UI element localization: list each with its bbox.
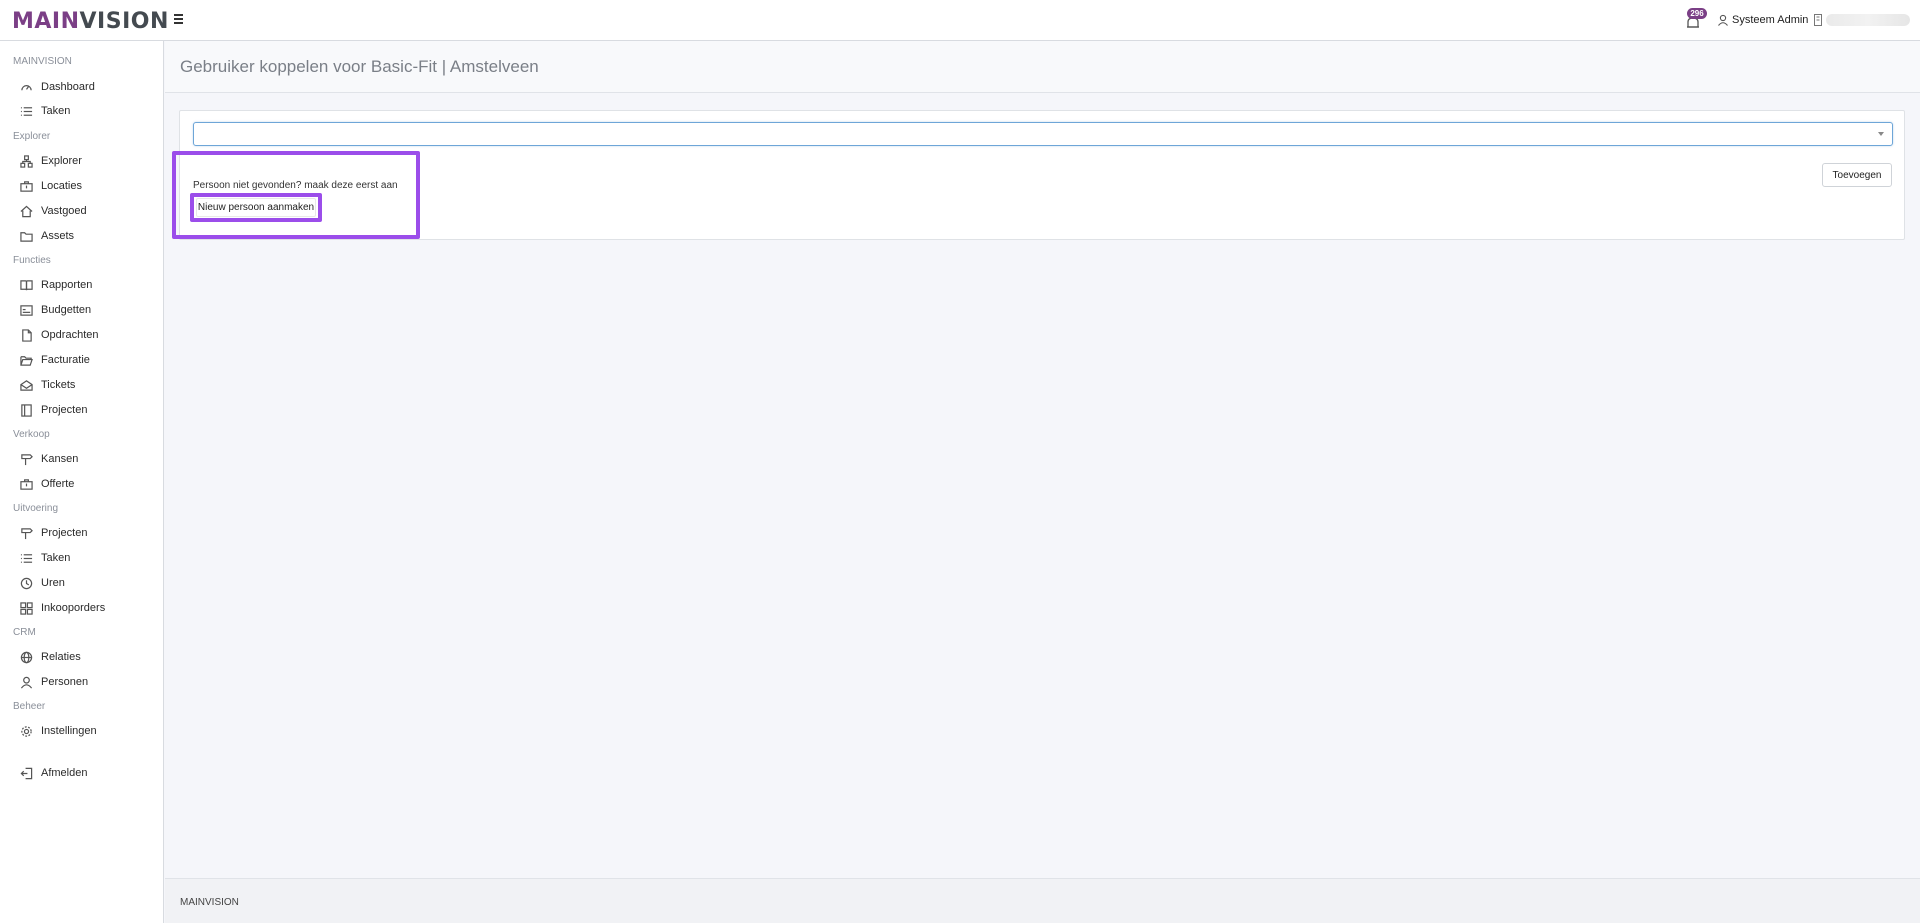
home-icon <box>19 204 33 218</box>
book-icon <box>19 278 33 292</box>
book-open-icon <box>19 403 33 417</box>
sidebar-item-inkooporders[interactable]: Inkooporders <box>19 598 159 618</box>
user-icon <box>1718 14 1728 26</box>
sidebar-item-tickets[interactable]: Tickets <box>19 375 159 395</box>
notification-count-badge: 296 <box>1687 8 1707 19</box>
new-person-button[interactable]: Nieuw persoon aanmaken <box>196 198 316 217</box>
briefcase-icon <box>19 477 33 491</box>
section-crm: CRM <box>13 627 36 638</box>
sidebar-item-afmelden[interactable]: Afmelden <box>19 763 159 783</box>
sidebar-item-uitvoering-projecten[interactable]: Projecten <box>19 523 159 543</box>
folder-open-icon <box>19 353 33 367</box>
sidebar-item-personen[interactable]: Personen <box>19 672 159 692</box>
person-icon <box>19 675 33 689</box>
sidebar-item-label: Tickets <box>41 379 76 391</box>
sidebar-item-label: Inkooporders <box>41 602 106 614</box>
sidebar-item-instellingen[interactable]: Instellingen <box>19 721 159 741</box>
envelope-open-icon <box>19 378 33 392</box>
page-title: Gebruiker koppelen voor Basic-Fit | Amst… <box>180 57 539 76</box>
gauge-icon <box>19 80 33 94</box>
sidebar-item-dashboard[interactable]: Dashboard <box>19 77 159 97</box>
sidebar-item-label: Locaties <box>41 180 82 192</box>
list-icon <box>19 104 33 118</box>
sidebar-item-label: Afmelden <box>41 767 88 779</box>
section-uitvoering: Uitvoering <box>13 503 59 514</box>
section-mainvision: MAINVISION <box>13 56 72 67</box>
globe-icon <box>19 650 33 664</box>
sidebar-item-label: Kansen <box>41 453 79 465</box>
logout-icon <box>19 766 33 780</box>
mainvision-logo[interactable]: MAINVISION <box>12 10 169 34</box>
file-icon <box>19 328 33 342</box>
folder-icon <box>19 229 33 243</box>
footer-text: MAINVISION <box>180 897 239 908</box>
sidebar-item-label: Projecten <box>41 527 88 539</box>
chevron-down-icon <box>1878 132 1884 136</box>
signpost-icon <box>19 452 33 466</box>
sidebar-item-label: Vastgoed <box>41 205 87 217</box>
section-beheer: Beheer <box>13 701 46 712</box>
sidebar-item-label: Relaties <box>41 651 81 663</box>
section-functies: Functies <box>13 255 51 266</box>
sidebar-item-label: Offerte <box>41 478 75 490</box>
sidebar-item-label: Projecten <box>41 404 88 416</box>
sidebar-item-label: Taken <box>41 105 71 117</box>
sidebar-item-label: Budgetten <box>41 304 92 316</box>
sidebar-item-label: Rapporten <box>41 279 93 291</box>
sidebar-item-label: Assets <box>41 230 75 242</box>
sidebar-item-assets[interactable]: Assets <box>19 226 159 246</box>
sidebar-item-locaties[interactable]: Locaties <box>19 176 159 196</box>
add-button[interactable]: Toevoegen <box>1822 163 1892 187</box>
logo-vision-text: VISION <box>79 9 169 34</box>
sidebar-item-label: Instellingen <box>41 725 97 737</box>
sidebar-item-facturatie[interactable]: Facturatie <box>19 350 159 370</box>
sidebar-item-projecten[interactable]: Projecten <box>19 400 159 420</box>
sidebar-item-offerte[interactable]: Offerte <box>19 474 159 494</box>
grid-icon <box>19 601 33 615</box>
sidebar-item-label: Personen <box>41 676 89 688</box>
sidebar-item-uitvoering-taken[interactable]: Taken <box>19 548 159 568</box>
sidebar-item-opdrachten[interactable]: Opdrachten <box>19 325 159 345</box>
sidebar-item-label: Opdrachten <box>41 329 99 341</box>
hierarchy-icon <box>19 154 33 168</box>
sidebar-item-kansen[interactable]: Kansen <box>19 449 159 469</box>
sidebar-item-explorer[interactable]: Explorer <box>19 151 159 171</box>
sidebar-item-label: Dashboard <box>41 81 95 93</box>
signpost-icon <box>19 526 33 540</box>
section-explorer: Explorer <box>13 131 51 142</box>
tenant-selector[interactable] <box>1826 14 1910 26</box>
budget-icon <box>19 303 33 317</box>
page-header: Gebruiker koppelen voor Basic-Fit | Amst… <box>165 41 1920 93</box>
sidebar-item-uren[interactable]: Uren <box>19 573 159 593</box>
sidebar-item-label: Facturatie <box>41 354 90 366</box>
building-icon <box>1814 14 1822 26</box>
sidebar-item-label: Explorer <box>41 155 82 167</box>
footer: MAINVISION <box>165 878 1920 923</box>
sidebar-item-relaties[interactable]: Relaties <box>19 647 159 667</box>
list-icon <box>19 551 33 565</box>
sidebar-item-rapporten[interactable]: Rapporten <box>19 275 159 295</box>
sidebar-item-budgetten[interactable]: Budgetten <box>19 300 159 320</box>
person-not-found-hint: Persoon niet gevonden? maak deze eerst a… <box>193 180 398 191</box>
sidebar-item-label: Taken <box>41 552 71 564</box>
person-select[interactable] <box>193 122 1893 146</box>
clock-icon <box>19 576 33 590</box>
user-name: Systeem Admin <box>1732 14 1809 26</box>
sidebar-item-label: Uren <box>41 577 65 589</box>
link-user-card: Toevoegen <box>179 110 1905 240</box>
gear-icon <box>19 724 33 738</box>
menu-toggle-icon[interactable] <box>174 12 190 28</box>
section-verkoop: Verkoop <box>13 429 50 440</box>
sidebar: MAINVISION Dashboard Taken Explorer Expl… <box>0 41 164 923</box>
sidebar-item-taken[interactable]: Taken <box>19 101 159 121</box>
user-menu[interactable]: Systeem Admin <box>1717 13 1808 27</box>
logo-main-text: MAIN <box>12 9 80 34</box>
sidebar-item-vastgoed[interactable]: Vastgoed <box>19 201 159 221</box>
briefcase-icon <box>19 179 33 193</box>
top-header: MAINVISION 296 Systeem Admin <box>0 0 1920 41</box>
